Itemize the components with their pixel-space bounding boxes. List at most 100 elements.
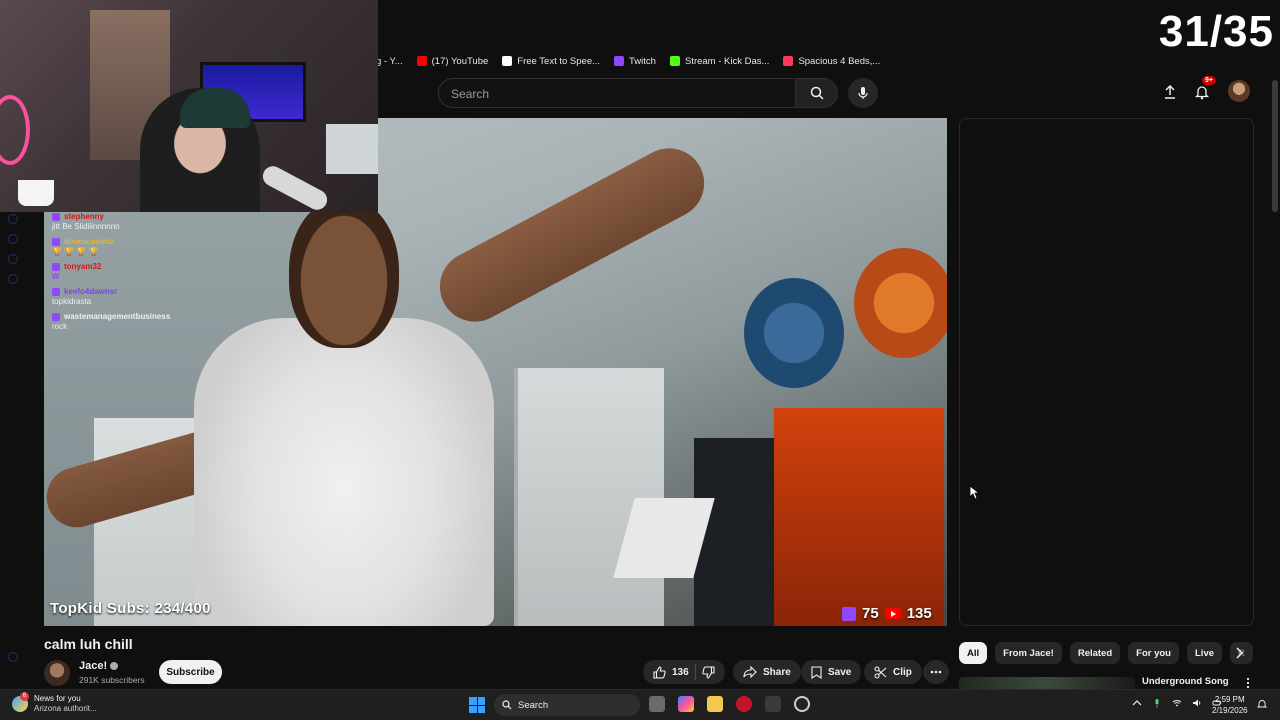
scissors-icon xyxy=(874,665,887,679)
account-avatar[interactable] xyxy=(1228,80,1250,102)
task-view-icon[interactable] xyxy=(649,696,665,712)
share-icon xyxy=(743,666,757,678)
twitch-badge-icon xyxy=(52,313,60,321)
twitch-badge-icon xyxy=(52,288,60,296)
more-horizontal-icon xyxy=(930,670,942,674)
scene-arcade-cabinet xyxy=(774,408,944,626)
app-icon[interactable] xyxy=(794,696,810,712)
share-button[interactable]: Share xyxy=(733,660,801,684)
divider xyxy=(694,664,696,680)
search-button[interactable] xyxy=(796,78,838,108)
webcam-overlay xyxy=(0,0,378,212)
taskbar-clock[interactable]: 2:59 PM 2/19/2026 xyxy=(1212,694,1248,716)
save-button[interactable]: Save xyxy=(801,660,862,684)
news-subtitle: Arizona authorit... xyxy=(34,704,97,713)
channel-avatar[interactable] xyxy=(44,660,70,686)
chip-from-channel[interactable]: From Jace! xyxy=(995,642,1062,664)
twitch-badge-icon xyxy=(52,213,60,221)
bookmark-twitch[interactable]: Twitch xyxy=(614,56,656,67)
airbnb-icon xyxy=(783,56,794,66)
scene-person-body xyxy=(194,318,494,626)
bookmark-youtube[interactable]: (17) YouTube xyxy=(416,55,489,67)
bookmark-label: Stream - Kick Das... xyxy=(684,55,770,67)
scene-sign-blue xyxy=(744,278,844,388)
bookmark-kick[interactable]: Stream - Kick Das... xyxy=(669,55,770,67)
chat-text: 🏆 🏆 🏆 🏆 xyxy=(52,247,99,256)
start-button[interactable] xyxy=(469,697,485,713)
twitch-icon xyxy=(614,56,625,66)
clock-date: 2/19/2026 xyxy=(1212,706,1248,715)
copilot-icon[interactable] xyxy=(678,696,694,712)
chat-text: topkidrasta xyxy=(52,297,92,306)
bookmark-label: Free Text to Spee... xyxy=(517,55,601,67)
chat-text: rock xyxy=(52,322,68,331)
bookmark-label: g - Y... xyxy=(376,55,403,67)
bookmark-airbnb[interactable]: Spacious 4 Beds,... xyxy=(783,56,880,67)
recommendation-filter-chips: All From Jace! Related For you Live R xyxy=(959,642,1253,664)
recommendation-title[interactable]: Underground Song xyxy=(1142,676,1229,687)
channel-name[interactable]: Jace! xyxy=(79,660,119,672)
bookmark-tts[interactable]: Free Text to Spee... xyxy=(502,56,600,67)
file-explorer-icon[interactable] xyxy=(707,696,723,712)
news-widget[interactable]: 6 News for you Arizona authorit... xyxy=(12,692,97,714)
bookmark-youtube-partial[interactable]: g - Y... xyxy=(376,56,403,67)
volume-icon[interactable] xyxy=(1192,698,1202,708)
sidebar-icon[interactable] xyxy=(8,234,18,244)
youtube-viewer-count: 135 xyxy=(906,605,932,622)
chat-username: stephenny xyxy=(64,212,105,221)
more-vertical-icon[interactable] xyxy=(1244,677,1252,689)
chat-message: stephenny jitt Be Slidiiinnnnnn xyxy=(52,212,252,232)
youtube-icon xyxy=(416,56,427,66)
chat-message: tonyam32 W xyxy=(52,262,252,282)
thumbs-down-icon xyxy=(701,665,715,679)
taskbar-search[interactable]: Search xyxy=(494,694,640,716)
scene-person-arm-pointing xyxy=(427,135,717,334)
news-title: News for you xyxy=(34,694,81,703)
channel-subscriber-count: 291K subscribers xyxy=(79,675,145,685)
sidebar-icon[interactable] xyxy=(8,254,18,264)
chip-for-you[interactable]: For you xyxy=(1128,642,1179,664)
clip-button[interactable]: Clip xyxy=(864,660,922,684)
sidebar-icon[interactable] xyxy=(8,274,18,284)
sidebar-icon[interactable] xyxy=(8,652,18,662)
subscribe-button[interactable]: Subscribe xyxy=(159,660,222,684)
system-tray xyxy=(1132,698,1222,708)
chat-message: wastemanagementbusiness rock xyxy=(52,312,252,332)
store-icon[interactable] xyxy=(765,696,781,712)
bookmark-label: (17) YouTube xyxy=(431,55,489,67)
recommendation-thumbnail[interactable] xyxy=(959,677,1135,689)
save-label: Save xyxy=(828,666,852,678)
chip-all[interactable]: All xyxy=(959,642,988,664)
chevron-up-icon[interactable] xyxy=(1132,698,1142,708)
windows-taskbar: 6 News for you Arizona authorit... Searc… xyxy=(0,689,1280,720)
wifi-icon[interactable] xyxy=(1172,698,1182,708)
like-button[interactable]: 136 xyxy=(653,665,689,679)
stream-counter: 31/35 xyxy=(1158,7,1274,56)
chips-next-button[interactable] xyxy=(1230,644,1248,662)
search-input[interactable]: Search xyxy=(438,78,796,108)
chip-live[interactable]: Live xyxy=(1187,642,1223,664)
notification-center-icon[interactable] xyxy=(1257,699,1267,709)
more-actions-button[interactable] xyxy=(923,660,949,684)
create-button[interactable] xyxy=(1158,80,1182,104)
youtube-header: Search 9+ xyxy=(376,74,1280,114)
twitch-badge-icon xyxy=(52,263,60,271)
video-title: calm luh chill xyxy=(44,636,133,652)
microphone-icon[interactable] xyxy=(1152,698,1162,708)
taskbar-search-label: Search xyxy=(518,699,549,711)
sidebar-icon[interactable] xyxy=(8,214,18,224)
voice-search-button[interactable] xyxy=(848,78,878,108)
twitch-viewer-count: 75 xyxy=(862,605,879,622)
notification-badge: 9+ xyxy=(1202,76,1216,85)
opera-gx-icon[interactable] xyxy=(736,696,752,712)
dislike-button[interactable] xyxy=(701,665,715,679)
chat-message: keefo4dawnsr topkidrasta xyxy=(52,287,252,307)
scene-window-inset xyxy=(326,124,378,174)
sub-goal-overlay: TopKid Subs: 234/400 xyxy=(50,600,211,617)
mouse-cursor-icon xyxy=(970,486,980,500)
twitch-badge-icon xyxy=(52,238,60,246)
page-scrollbar[interactable] xyxy=(1272,80,1278,212)
screen: g - Y... (17) YouTube Free Text to Spee.… xyxy=(0,0,1280,720)
chip-related[interactable]: Related xyxy=(1069,642,1121,664)
bookmark-list: g - Y... (17) YouTube Free Text to Spee.… xyxy=(376,52,880,70)
